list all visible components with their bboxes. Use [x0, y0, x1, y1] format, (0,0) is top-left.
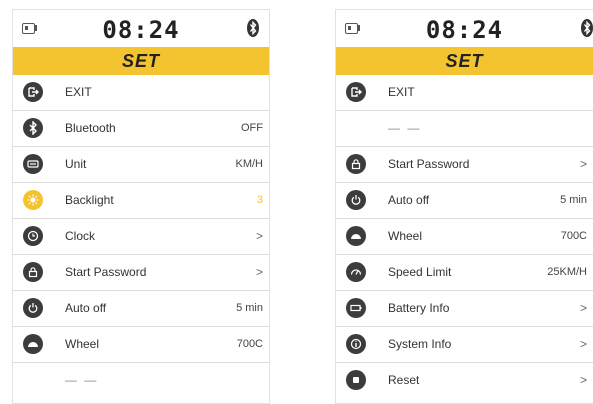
exit-icon [23, 82, 43, 102]
menu-item-start-password[interactable]: Start Password > [13, 255, 269, 291]
menu-item-label: Backlight [65, 193, 114, 207]
menu-item-value: 3 [256, 194, 263, 206]
menu-title: SET [13, 47, 269, 75]
settings-screen-right: 08:24 SET EXIT — — Start Password > Auto… [335, 9, 593, 404]
menu-item-value: KM/H [235, 158, 264, 170]
menu-item-exit[interactable]: EXIT [336, 75, 593, 111]
lock-icon [23, 262, 43, 282]
unit-icon [23, 154, 43, 174]
speed-limit-icon [346, 262, 366, 282]
menu-item-system-info[interactable]: System Info > [336, 327, 593, 363]
menu-item-label: EXIT [65, 85, 92, 99]
wheel-icon [23, 334, 43, 354]
menu-item-clock[interactable]: Clock > [13, 219, 269, 255]
system-info-icon [346, 334, 366, 354]
menu-item-label: Wheel [65, 337, 100, 351]
reset-icon [346, 370, 366, 390]
separator-label: — — [388, 121, 422, 135]
power-icon [346, 190, 366, 210]
menu-item-value: 700C [236, 338, 263, 350]
menu-item-backlight[interactable]: Backlight 3 [13, 183, 269, 219]
chevron-right-icon: > [255, 265, 263, 279]
chevron-right-icon: > [579, 337, 587, 351]
clock-time: 08:24 [102, 16, 180, 44]
status-bar: 08:24 [13, 10, 269, 47]
menu-item-reset[interactable]: Reset > [336, 363, 593, 399]
menu-item-start-password[interactable]: Start Password > [336, 147, 593, 183]
wheel-icon [346, 226, 366, 246]
menu-item-label: Reset [388, 373, 420, 387]
menu-item-label: Auto off [388, 193, 430, 207]
menu-item-label: Battery Info [388, 301, 450, 315]
menu-item-exit[interactable]: EXIT [13, 75, 269, 111]
menu-item-label: Auto off [65, 301, 107, 315]
menu-item-label: Bluetooth [65, 121, 116, 135]
menu-item-label: Clock [65, 229, 96, 243]
battery-info-icon [346, 298, 366, 318]
menu-item-label: Unit [65, 157, 87, 171]
clock-time: 08:24 [425, 16, 504, 44]
bluetooth-status-icon [247, 19, 259, 37]
status-bar: 08:24 [336, 10, 593, 47]
menu-item-value: OFF [241, 122, 263, 134]
menu-title: SET [336, 47, 593, 75]
menu-item-value: 25KM/H [547, 266, 587, 278]
menu-item-value: 5 min [236, 302, 263, 314]
menu-item-auto-off[interactable]: Auto off 5 min [13, 291, 269, 327]
menu-item-wheel[interactable]: Wheel 700C [13, 327, 269, 363]
menu-item-label: Speed Limit [388, 265, 452, 279]
menu-separator: — — [13, 363, 269, 399]
exit-icon [346, 82, 366, 102]
clock-icon [23, 226, 43, 246]
backlight-icon [23, 190, 43, 210]
menu-item-speed-limit[interactable]: Speed Limit 25KM/H [336, 255, 593, 291]
separator-label: — — [65, 373, 99, 387]
chevron-right-icon: > [579, 301, 587, 315]
power-icon [23, 298, 43, 318]
settings-screen-left: 08:24 SET EXIT Bluetooth OFF Unit KM/H B… [12, 9, 270, 404]
menu-item-label: Start Password [65, 265, 147, 279]
menu-item-label: System Info [388, 337, 452, 351]
lock-icon [346, 154, 366, 174]
chevron-right-icon: > [255, 229, 263, 243]
menu-item-label: Wheel [388, 229, 423, 243]
menu-item-wheel[interactable]: Wheel 700C [336, 219, 593, 255]
menu-item-battery-info[interactable]: Battery Info > [336, 291, 593, 327]
bluetooth-status-icon [581, 19, 593, 37]
chevron-right-icon: > [579, 373, 587, 387]
menu-item-bluetooth[interactable]: Bluetooth OFF [13, 111, 269, 147]
menu-item-unit[interactable]: Unit KM/H [13, 147, 269, 183]
menu-separator: — — [336, 111, 593, 147]
menu-item-auto-off[interactable]: Auto off 5 min [336, 183, 593, 219]
chevron-right-icon: > [579, 157, 587, 171]
menu-item-label: Start Password [388, 157, 470, 171]
menu-item-label: EXIT [388, 85, 415, 99]
menu-item-value: 700C [560, 230, 587, 242]
bluetooth-icon [23, 118, 43, 138]
menu-item-value: 5 min [560, 194, 587, 206]
